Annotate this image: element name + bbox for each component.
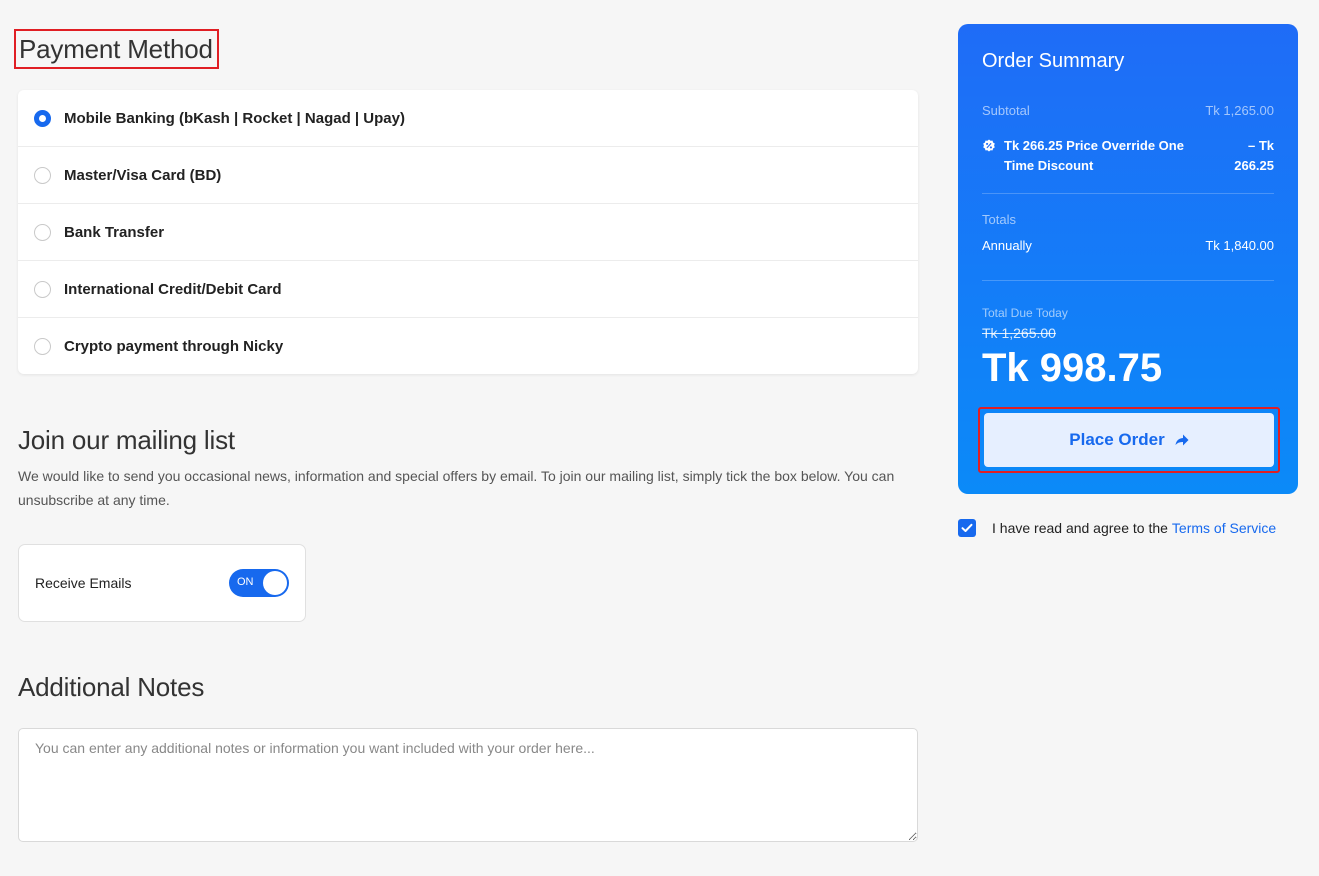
due-today-row: Total Due Today — [982, 306, 1274, 320]
payment-option-intl-card[interactable]: International Credit/Debit Card — [18, 261, 918, 318]
additional-notes-input[interactable] — [18, 728, 918, 842]
arrow-right-icon — [1175, 434, 1189, 446]
discount-badge-icon — [983, 139, 995, 152]
toggle-knob — [263, 571, 287, 595]
mailing-list-title: Join our mailing list — [18, 425, 235, 455]
billing-cycle-value: Tk 1,840.00 — [1205, 238, 1274, 253]
terms-agreement: I have read and agree to the Terms of Se… — [958, 519, 1276, 537]
subtotal-row: Subtotal Tk 1,265.00 — [982, 103, 1274, 118]
receive-emails-toggle[interactable]: ON — [229, 569, 289, 597]
payment-option-mobile-banking[interactable]: Mobile Banking (bKash | Rocket | Nagad |… — [18, 90, 918, 147]
terms-checkbox[interactable] — [958, 519, 976, 537]
terms-of-service-link[interactable]: Terms of Service — [1172, 520, 1276, 536]
receive-emails-card: Receive Emails ON — [18, 544, 306, 622]
toggle-state-text: ON — [237, 576, 254, 588]
payment-method-title: Payment Method — [14, 29, 219, 69]
terms-text: I have read and agree to the — [992, 520, 1168, 536]
place-order-button[interactable]: Place Order — [984, 413, 1274, 467]
place-order-label: Place Order — [1069, 430, 1165, 449]
radio-selected-icon[interactable] — [34, 109, 51, 127]
checkmark-icon — [961, 523, 973, 532]
discount-value: – Tk 266.25 — [1234, 138, 1274, 173]
mailing-list-description: We would like to send you occasional new… — [18, 468, 895, 508]
payment-option-bank-transfer[interactable]: Bank Transfer — [18, 204, 918, 261]
subtotal-value: Tk 1,265.00 — [1205, 103, 1274, 118]
discount-label: Tk 266.25 Price Override One Time Discou… — [1004, 138, 1184, 173]
payment-option-card-bd[interactable]: Master/Visa Card (BD) — [18, 147, 918, 204]
summary-divider — [982, 193, 1274, 194]
payment-option-label: Master/Visa Card (BD) — [64, 166, 222, 184]
payment-option-label: Crypto payment through Nicky — [64, 337, 284, 355]
order-summary-title: Order Summary — [982, 50, 1125, 72]
total-due-label: Total Due Today — [982, 306, 1068, 320]
payment-option-crypto[interactable]: Crypto payment through Nicky — [18, 318, 918, 374]
payment-option-label: Mobile Banking (bKash | Rocket | Nagad |… — [64, 109, 405, 127]
additional-notes-title: Additional Notes — [18, 672, 205, 702]
total-due-value: Tk 998.75 — [982, 346, 1163, 390]
radio-icon[interactable] — [34, 337, 51, 355]
order-summary-panel: Order Summary Subtotal Tk 1,265.00 Tk 26… — [958, 24, 1298, 494]
subtotal-label: Subtotal — [982, 103, 1030, 118]
radio-icon[interactable] — [34, 166, 51, 184]
payment-options-list: Mobile Banking (bKash | Rocket | Nagad |… — [18, 90, 918, 374]
summary-divider — [982, 280, 1274, 281]
place-order-highlight: Place Order — [978, 407, 1280, 473]
original-total-strikethrough: Tk 1,265.00 — [982, 325, 1056, 341]
radio-icon[interactable] — [34, 280, 51, 298]
payment-option-label: Bank Transfer — [64, 223, 165, 241]
discount-row: Tk 266.25 Price Override One Time Discou… — [982, 136, 1274, 176]
billing-cycle-row: Annually Tk 1,840.00 — [982, 238, 1274, 253]
receive-emails-label: Receive Emails — [35, 575, 132, 591]
totals-label: Totals — [982, 212, 1016, 227]
radio-icon[interactable] — [34, 223, 51, 241]
billing-cycle-label: Annually — [982, 238, 1032, 253]
totals-heading-row: Totals — [982, 212, 1274, 227]
payment-option-label: International Credit/Debit Card — [64, 280, 282, 298]
